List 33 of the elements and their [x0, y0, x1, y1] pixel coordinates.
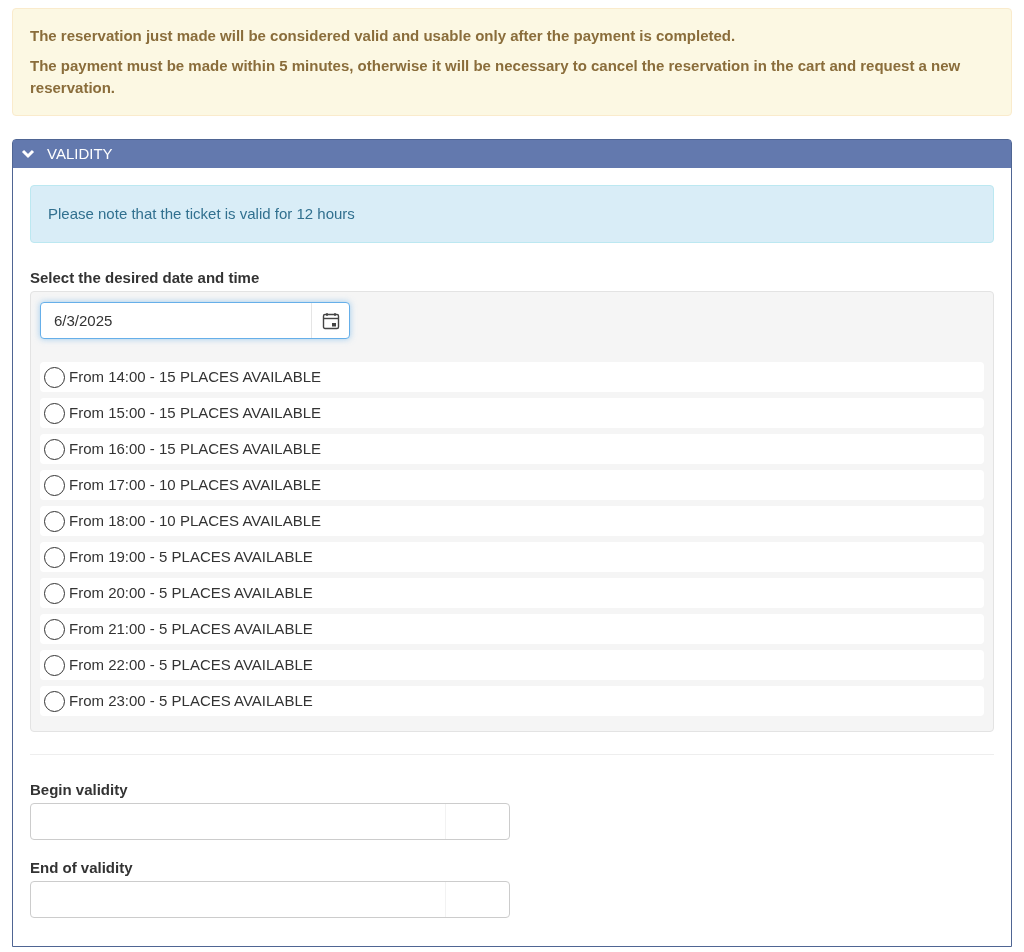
field-label: Begin validity: [30, 781, 129, 799]
radio-button[interactable]: [44, 438, 65, 460]
field-label: End of validity: [30, 859, 134, 877]
radio-button[interactable]: [44, 618, 65, 640]
time-slot-option[interactable]: From 15:00 - 15 PLACES AVAILABLE: [40, 398, 984, 428]
validity-field[interactable]: [30, 881, 510, 918]
time-slot-option[interactable]: From 21:00 - 5 PLACES AVAILABLE: [40, 614, 984, 644]
time-slot-option[interactable]: From 23:00 - 5 PLACES AVAILABLE: [40, 686, 984, 716]
date-field[interactable]: 6/3/2025: [40, 302, 350, 339]
warning-text: The payment must be made within 5 minutes, otherwise it will be necessary to cancel the reservation in the cart and request a new reservation.: [30, 56, 962, 98]
time-slot-option[interactable]: From 17:00 - 10 PLACES AVAILABLE: [40, 470, 984, 500]
time-slot-option[interactable]: From 22:00 - 5 PLACES AVAILABLE: [40, 650, 984, 680]
time-slot-option[interactable]: From 18:00 - 10 PLACES AVAILABLE: [40, 506, 984, 536]
radio-button[interactable]: [44, 582, 65, 604]
radio-button[interactable]: [44, 654, 65, 676]
validity-field[interactable]: [30, 803, 510, 840]
date-input[interactable]: 6/3/2025: [41, 303, 311, 338]
radio-button[interactable]: [44, 510, 65, 532]
chevron-down-icon: [21, 147, 35, 161]
date-label: Select the desired date and time: [30, 269, 261, 287]
info-text: Please note that the ticket is valid for 12 hours: [48, 203, 355, 224]
radio-button[interactable]: [44, 366, 65, 388]
radio-button[interactable]: [44, 690, 65, 712]
radio-button[interactable]: [44, 402, 65, 424]
time-slot-option[interactable]: From 20:00 - 5 PLACES AVAILABLE: [40, 578, 984, 608]
warning-text: The reservation just made will be considered valid and usable only after the payment is completed.: [30, 26, 737, 46]
panel-header[interactable]: VALIDITY: [13, 140, 1011, 168]
radio-button[interactable]: [44, 474, 65, 496]
radio-button[interactable]: [44, 546, 65, 568]
calendar-icon: [321, 311, 340, 330]
time-slot-option[interactable]: From 16:00 - 15 PLACES AVAILABLE: [40, 434, 984, 464]
time-slot-option[interactable]: From 19:00 - 5 PLACES AVAILABLE: [40, 542, 984, 572]
time-slot-option[interactable]: From 14:00 - 15 PLACES AVAILABLE: [40, 362, 984, 392]
